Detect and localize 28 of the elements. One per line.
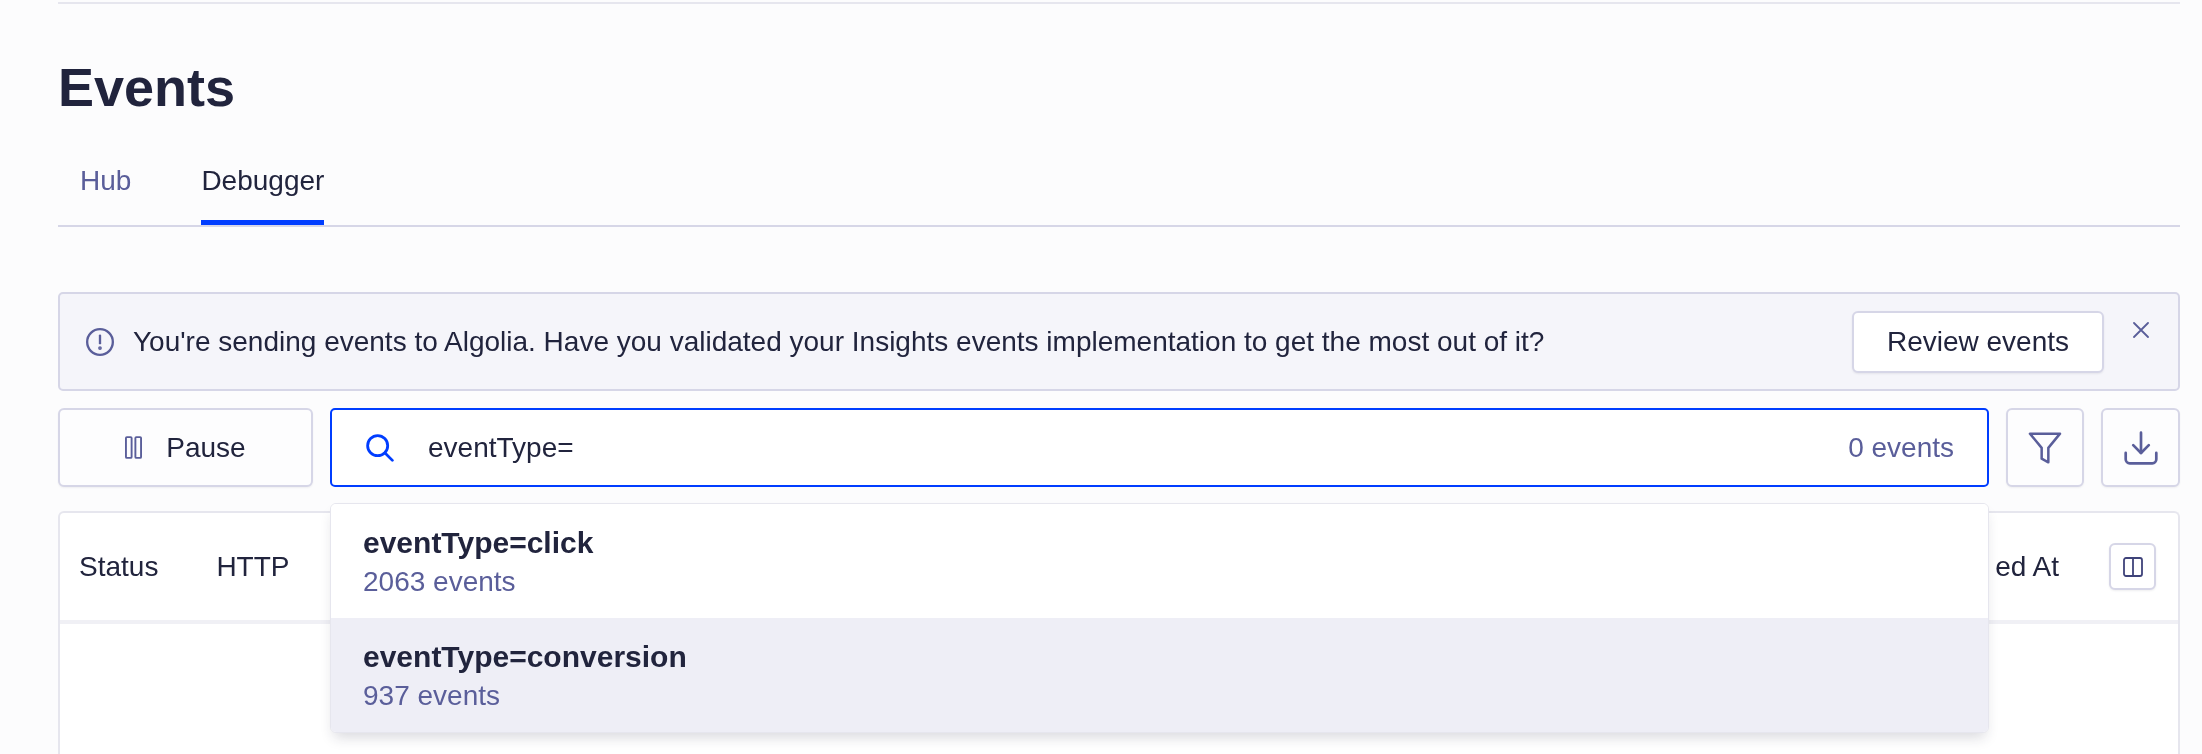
- columns-button[interactable]: [2109, 543, 2156, 590]
- filter-button[interactable]: [2006, 408, 2084, 487]
- suggestion-count: 937 events: [363, 679, 500, 713]
- filter-icon: [2028, 431, 2062, 464]
- search-input[interactable]: eventType=: [428, 431, 1849, 464]
- banner-message: You're sending events to Algolia. Have you validated your Insights events implementation to get the most out of it?: [133, 324, 1546, 359]
- review-events-button[interactable]: Review events: [1851, 310, 2104, 373]
- download-button[interactable]: [2101, 408, 2180, 487]
- download-icon: [2123, 430, 2158, 465]
- tab[interactable]: Hub: [80, 150, 132, 225]
- event-count: 0 events: [1848, 431, 1954, 464]
- tab[interactable]: Debugger: [201, 150, 325, 225]
- close-icon[interactable]: [2133, 322, 2149, 338]
- suggestion-item[interactable]: eventType=click 2063 events: [331, 504, 1988, 618]
- pause-button[interactable]: Pause: [58, 408, 313, 487]
- pause-icon: [125, 436, 143, 459]
- column-header: Status: [79, 550, 159, 583]
- suggestion-count: 2063 events: [363, 565, 516, 599]
- columns-icon: [2122, 556, 2143, 577]
- page-title: Events: [58, 57, 236, 117]
- search-icon: [366, 433, 394, 462]
- info-icon: [86, 327, 114, 356]
- column-header: HTTP: [216, 550, 290, 583]
- suggestion-query: eventType=conversion: [363, 639, 687, 675]
- search-field[interactable]: eventType= 0 events: [330, 408, 1989, 487]
- suggestion-item[interactable]: eventType=conversion 937 events: [331, 618, 1988, 732]
- column-header: ed At: [1995, 550, 2059, 583]
- suggestion-query: eventType=click: [363, 525, 594, 561]
